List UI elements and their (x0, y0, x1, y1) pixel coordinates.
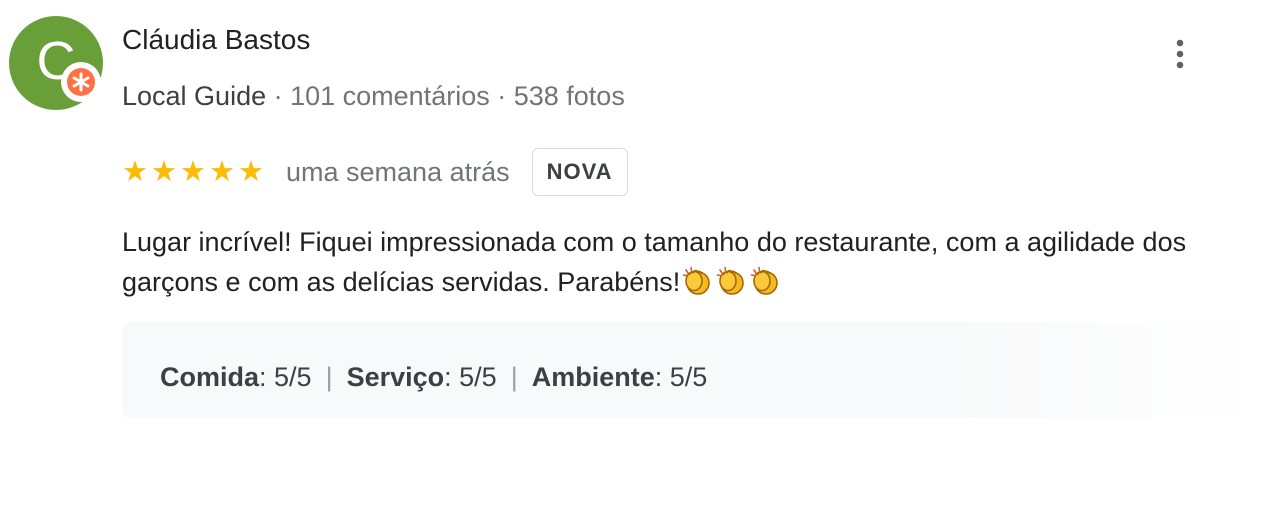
photos-count: 538 fotos (513, 81, 625, 111)
clapping-hands-icon (682, 266, 712, 307)
star-icon: ★ (180, 155, 206, 188)
review-body: Lugar incrível! Fiquei impressionada com… (122, 227, 1187, 297)
sub-rating-item: Ambiente: 5/5 (532, 362, 708, 392)
author-meta: Local Guide · 101 comentários · 538 foto… (122, 81, 625, 112)
clap-emojis (682, 266, 780, 307)
sub-rating-separator: | (510, 362, 518, 392)
star-icon: ★ (151, 155, 177, 188)
reviews-count: 101 comentários (290, 81, 490, 111)
sub-ratings-panel: Comida: 5/5 | Serviço: 5/5 | Ambiente: 5/5 (122, 322, 1258, 418)
star-rating: ★ ★ ★ ★ ★ (122, 155, 264, 188)
new-badge: NOVA (531, 148, 628, 196)
sub-rating-value: : 5/5 (654, 362, 708, 392)
sub-ratings: Comida: 5/5 | Serviço: 5/5 | Ambiente: 5/5 (160, 362, 707, 393)
sub-rating-value: : 5/5 (444, 362, 497, 392)
more-options-button[interactable] (1160, 30, 1200, 78)
rating-row: ★ ★ ★ ★ ★ uma semana atrás NOVA (122, 148, 628, 196)
sub-rating-separator: | (325, 362, 333, 392)
sub-rating-label: Comida (160, 362, 260, 392)
sub-rating-item: Comida: 5/5 (160, 362, 312, 392)
review-card: C Cláudia Bastos Local Guide · 101 comen… (0, 0, 1270, 515)
sub-rating-item: Serviço: 5/5 (347, 362, 497, 392)
local-guide-label: Local Guide (122, 81, 267, 111)
local-guide-badge-icon (61, 62, 101, 102)
meta-separator: · (489, 81, 514, 111)
sub-rating-value: : 5/5 (259, 362, 312, 392)
author-name[interactable]: Cláudia Bastos (122, 24, 310, 56)
review-time: uma semana atrás (286, 156, 510, 187)
clapping-hands-icon (716, 266, 746, 307)
star-icon: ★ (122, 155, 148, 188)
meta-separator: · (266, 81, 291, 111)
review-text: Lugar incrível! Fiquei impressionada com… (122, 222, 1222, 307)
star-icon: ★ (238, 155, 264, 188)
clapping-hands-icon (750, 266, 780, 307)
sub-rating-label: Serviço (346, 362, 445, 392)
star-icon: ★ (209, 155, 235, 188)
more-vert-icon (1176, 39, 1184, 69)
sub-rating-label: Ambiente (531, 362, 655, 392)
